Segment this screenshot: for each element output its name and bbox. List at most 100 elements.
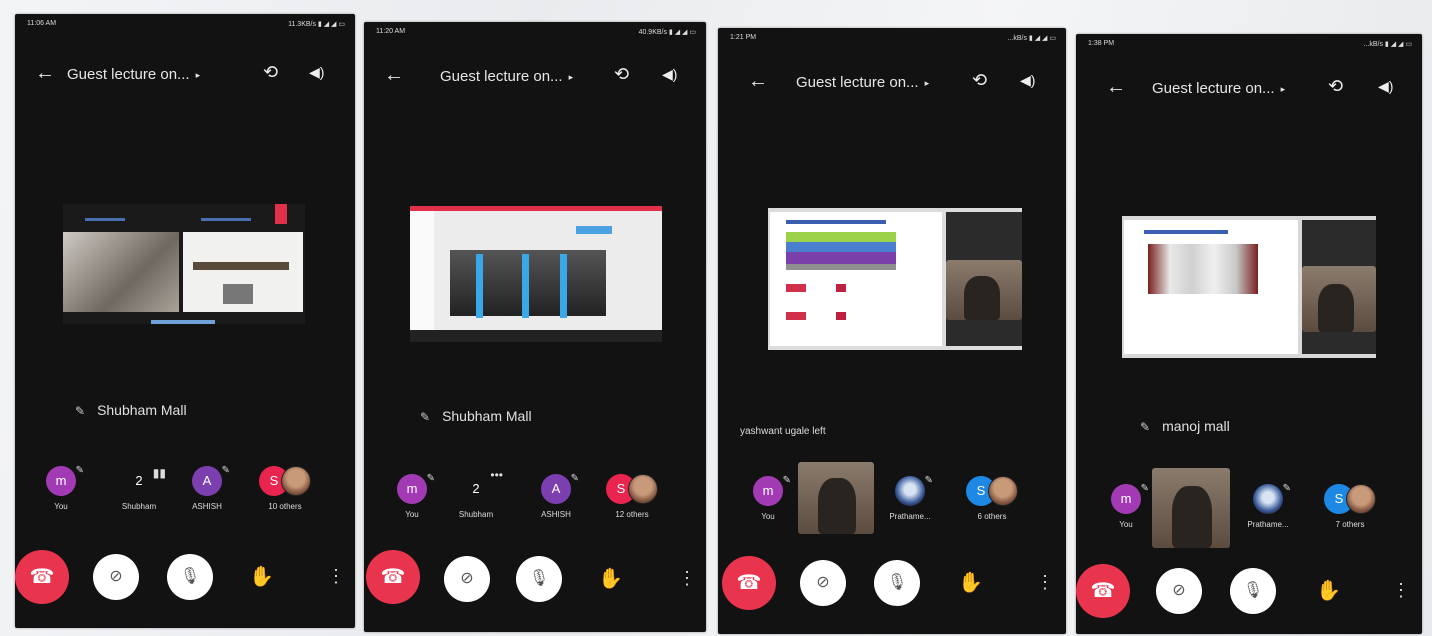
status-time: 11:06 AM — [27, 20, 57, 27]
status-time: 1:21 PM — [730, 34, 757, 41]
participant-tile-shubham[interactable]: 2 ▮▮ Shubham — [109, 466, 169, 511]
speaker-icon[interactable]: ◀) — [1020, 72, 1035, 89]
active-speaker: ✎ manoj mall — [1140, 418, 1230, 434]
more-options-button[interactable]: ⋮ — [678, 568, 696, 589]
participant-tile-you[interactable]: m ✎ You — [1096, 483, 1156, 529]
participant-tile-ashish[interactable]: A ✎ ASHISH — [177, 465, 237, 511]
phone-hangup-icon: ☎ — [736, 572, 762, 594]
back-arrow-icon[interactable]: ← — [748, 70, 768, 93]
person-silhouette — [818, 478, 856, 534]
hand-icon: ✋ — [958, 572, 983, 594]
status-signal: 40.9KB/s ▮ ◢ ◢ ▭ — [638, 29, 696, 36]
meeting-title[interactable]: Guest lecture on... ▸ — [1152, 80, 1285, 97]
raise-hand-button[interactable]: ✋ — [249, 564, 274, 589]
slide-bar-blue — [786, 242, 896, 252]
participant-tile-prathamesh[interactable]: ✎ Prathame... — [1238, 483, 1298, 529]
meeting-title[interactable]: Guest lecture on... ▸ — [440, 68, 573, 85]
participant-tile-ashish[interactable]: A ✎ ASHISH — [526, 473, 586, 519]
status-time: 11:20 AM — [376, 28, 406, 35]
avatar-photo — [1346, 484, 1376, 514]
slide-icons-row-2 — [786, 312, 886, 320]
switch-camera-icon[interactable]: ⟲ — [614, 64, 629, 85]
slide-caption-right — [201, 218, 251, 221]
participant-tile-you[interactable]: m ✎ You — [31, 465, 91, 511]
back-arrow-icon[interactable]: ← — [35, 62, 55, 85]
mute-icon: ✎ — [75, 465, 84, 476]
phone-hangup-icon: ☎ — [29, 566, 55, 588]
mic-off-icon: 🎙 — [179, 568, 201, 585]
camera-off-button[interactable]: ⊘ — [93, 554, 139, 600]
back-arrow-icon[interactable]: ← — [1106, 76, 1126, 99]
participant-tile-you[interactable]: m ✎ You — [738, 475, 798, 521]
switch-camera-icon[interactable]: ⟲ — [972, 70, 987, 91]
more-options-button[interactable]: ⋮ — [327, 566, 345, 587]
avatar-stack: S — [962, 476, 1022, 506]
camera-off-button[interactable]: ⊘ — [800, 560, 846, 606]
end-call-button[interactable]: ☎ — [366, 550, 420, 604]
participant-tile-you[interactable]: m ✎ You — [382, 473, 442, 519]
speaker-icon[interactable]: ◀) — [1378, 78, 1393, 95]
status-signal: 11.3KB/s ▮ ◢ ◢ ▭ — [288, 21, 345, 28]
slide-heading — [786, 220, 886, 224]
status-bar: 1:21 PM ...kB/s ▮ ◢ ◢ ▭ — [718, 28, 1066, 50]
end-call-button[interactable]: ☎ — [1076, 564, 1130, 618]
participant-tile-prathamesh[interactable]: ✎ Prathame... — [880, 475, 940, 521]
slide-photo-left — [63, 232, 179, 312]
meeting-title[interactable]: Guest lecture on... ▸ — [67, 66, 200, 83]
meeting-top-bar: ← Guest lecture on... ▸ ⟲ ◀) — [364, 60, 706, 100]
participant-label: 12 others — [615, 510, 649, 519]
slide-heading — [1144, 230, 1228, 234]
more-options-button[interactable]: ⋮ — [1036, 572, 1054, 593]
meeting-top-bar: ← Guest lecture on... ▸ ⟲ ◀) — [718, 66, 1066, 106]
more-options-button[interactable]: ⋮ — [1392, 580, 1410, 601]
participant-tile-others[interactable]: S 10 others — [255, 466, 315, 511]
active-speaker-name: Shubham Mall — [442, 408, 532, 424]
end-call-button[interactable]: ☎ — [722, 556, 776, 610]
mic-off-icon: ✎ — [420, 410, 431, 424]
meeting-title-text: Guest lecture on... — [1152, 80, 1275, 97]
mic-off-button[interactable]: 🎙 — [1230, 568, 1276, 614]
slide-top-border — [410, 206, 662, 211]
avatar-photo: ✎ — [1253, 483, 1291, 514]
participant-label: Prathame... — [889, 512, 931, 521]
meeting-title[interactable]: Guest lecture on... ▸ — [796, 74, 929, 91]
speaker-icon[interactable]: ◀) — [662, 66, 677, 83]
speaker-icon[interactable]: ◀) — [309, 64, 324, 81]
participant-tile-others[interactable]: S 6 others — [962, 476, 1022, 521]
mic-off-button[interactable]: 🎙 — [874, 560, 920, 606]
switch-camera-icon[interactable]: ⟲ — [1328, 76, 1343, 97]
participant-video-tile[interactable] — [798, 462, 874, 534]
avatar-initial: A — [551, 481, 561, 496]
meeting-title-text: Guest lecture on... — [67, 66, 190, 83]
slide-icons-row-1 — [786, 284, 886, 292]
raise-hand-button[interactable]: ✋ — [958, 570, 983, 595]
avatar-photo — [988, 476, 1018, 506]
mic-off-button[interactable]: 🎙 — [167, 554, 213, 600]
more-vert-icon: ⋮ — [1392, 580, 1410, 600]
participant-label: You — [761, 512, 775, 521]
end-call-button[interactable]: ☎ — [15, 550, 69, 604]
presentation-view — [410, 206, 662, 342]
switch-camera-icon[interactable]: ⟲ — [263, 62, 278, 83]
participant-tile-others[interactable]: S 7 others — [1320, 484, 1380, 529]
more-vert-icon: ⋮ — [1036, 572, 1054, 592]
participant-tile-others[interactable]: S 12 others — [602, 474, 662, 519]
participant-tile-shubham[interactable]: 2 ••• Shubham — [446, 468, 506, 519]
slide-part-graphic — [193, 262, 289, 270]
participant-video-tile[interactable] — [1152, 468, 1230, 548]
raise-hand-button[interactable]: ✋ — [598, 566, 623, 591]
slide-left-margin — [410, 211, 434, 331]
avatar: 2 ▮▮ — [124, 466, 166, 496]
participant-left-message: yashwant ugale left — [740, 426, 826, 437]
camera-off-icon: ⊘ — [109, 568, 123, 585]
phone-screen-4: 1:38 PM ...kB/s ▮ ◢ ◢ ▭ ← Guest lecture … — [1076, 34, 1422, 634]
mic-off-button[interactable]: 🎙 — [516, 556, 562, 602]
raise-hand-button[interactable]: ✋ — [1316, 578, 1341, 603]
camera-off-button[interactable]: ⊘ — [444, 556, 490, 602]
meeting-top-bar: ← Guest lecture on... ▸ ⟲ ◀) — [1076, 72, 1422, 112]
back-arrow-icon[interactable]: ← — [384, 64, 404, 87]
avatar-initial: A — [202, 473, 212, 488]
slide-bar-gray — [786, 264, 896, 270]
camera-off-button[interactable]: ⊘ — [1156, 568, 1202, 614]
phone-screen-2: 11:20 AM 40.9KB/s ▮ ◢ ◢ ▭ ← Guest lectur… — [364, 22, 706, 632]
